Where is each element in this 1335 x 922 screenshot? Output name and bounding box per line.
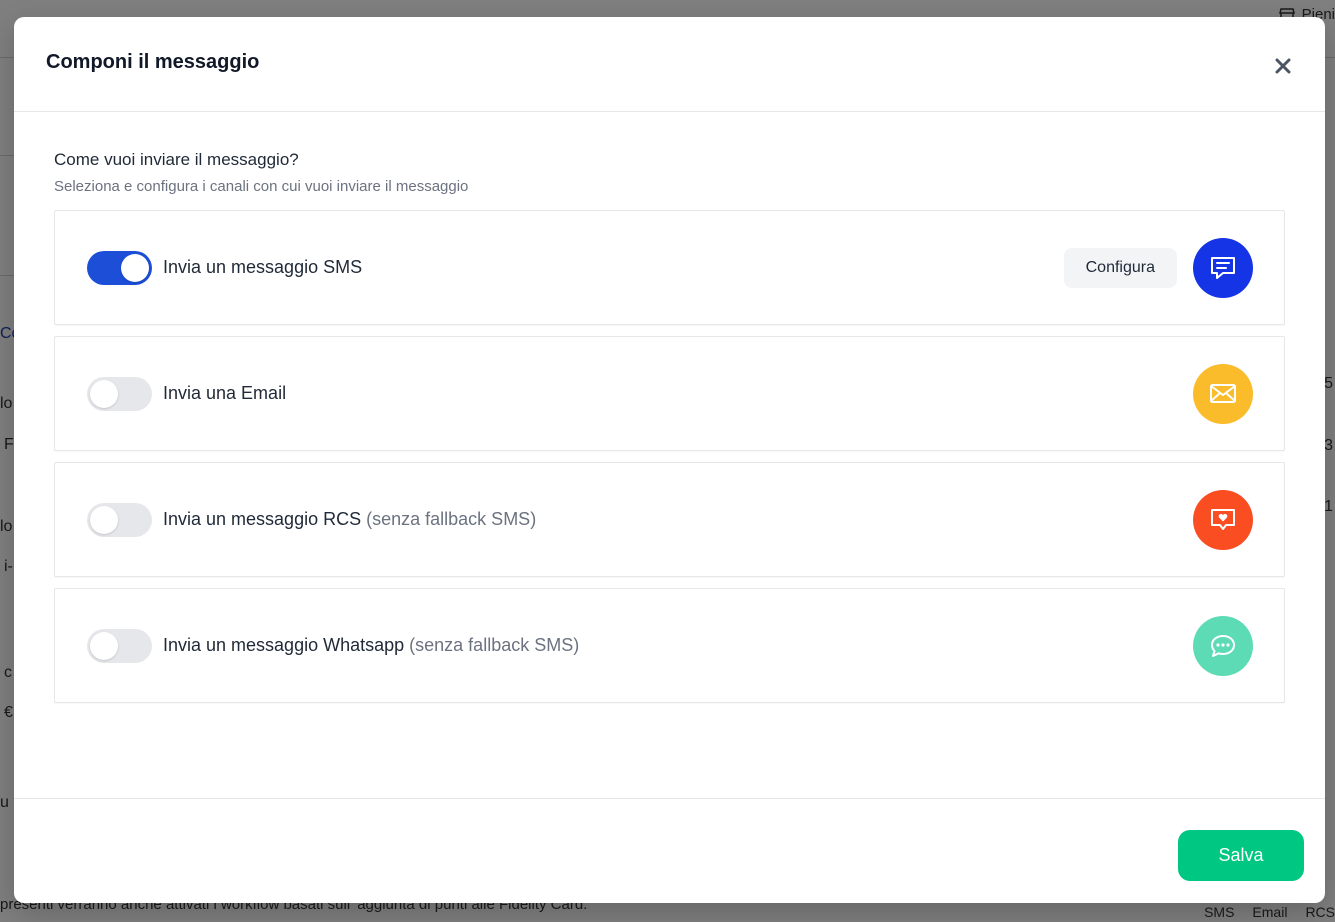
- channel-hint: Seleziona e configura i canali con cui v…: [54, 178, 469, 195]
- sms-channel-icon: [1193, 237, 1253, 298]
- email-label-text: Invia una Email: [163, 383, 287, 403]
- whatsapp-label: Invia un messaggio Whatsapp (senza fallb…: [163, 635, 1193, 656]
- email-toggle[interactable]: [87, 376, 152, 411]
- channel-email: Invia una Email: [54, 336, 1285, 451]
- toggle-knob: [90, 631, 118, 660]
- rcs-label: Invia un messaggio RCS (senza fallback S…: [163, 509, 1193, 530]
- sms-toggle[interactable]: [87, 250, 152, 285]
- toggle-knob: [90, 505, 118, 534]
- configure-sms-button[interactable]: Configura: [1063, 247, 1177, 288]
- toggle-knob: [121, 253, 149, 282]
- rcs-label-suffix: (senza fallback SMS): [366, 509, 537, 529]
- toggle-knob: [90, 379, 118, 408]
- whatsapp-toggle[interactable]: [87, 628, 152, 663]
- compose-message-modal: Componi il messaggio Come vuoi inviare i…: [14, 17, 1325, 903]
- chat-lines-icon: [1211, 256, 1235, 279]
- whatsapp-label-text: Invia un messaggio Whatsapp: [163, 635, 405, 655]
- modal-footer: Salva: [14, 798, 1325, 902]
- rcs-label-text: Invia un messaggio RCS: [163, 509, 362, 529]
- modal-title: Componi il messaggio: [46, 50, 260, 73]
- whatsapp-channel-icon: [1193, 615, 1253, 676]
- email-label: Invia una Email: [163, 383, 1193, 404]
- email-channel-icon: [1193, 363, 1253, 424]
- modal-body: Come vuoi inviare il messaggio? Selezion…: [14, 112, 1325, 798]
- channel-whatsapp: Invia un messaggio Whatsapp (senza fallb…: [54, 588, 1285, 703]
- rcs-toggle[interactable]: [87, 502, 152, 537]
- envelope-icon: [1210, 383, 1236, 403]
- heart-chat-icon: [1211, 508, 1235, 530]
- modal-header: Componi il messaggio: [14, 17, 1325, 112]
- rcs-channel-icon: [1193, 489, 1253, 550]
- channel-question: Come vuoi inviare il messaggio?: [54, 150, 299, 169]
- save-button[interactable]: Salva: [1178, 830, 1304, 881]
- close-icon: [1275, 58, 1291, 74]
- sms-label: Invia un messaggio SMS: [163, 257, 1064, 278]
- dots-chat-icon: [1211, 634, 1235, 657]
- channel-list: Invia un messaggio SMS Configura Invia u…: [54, 210, 1285, 703]
- whatsapp-label-suffix: (senza fallback SMS): [409, 635, 580, 655]
- sms-label-text: Invia un messaggio SMS: [163, 257, 363, 277]
- close-button[interactable]: [1271, 54, 1295, 78]
- channel-rcs: Invia un messaggio RCS (senza fallback S…: [54, 462, 1285, 577]
- channel-sms: Invia un messaggio SMS Configura: [54, 210, 1285, 325]
